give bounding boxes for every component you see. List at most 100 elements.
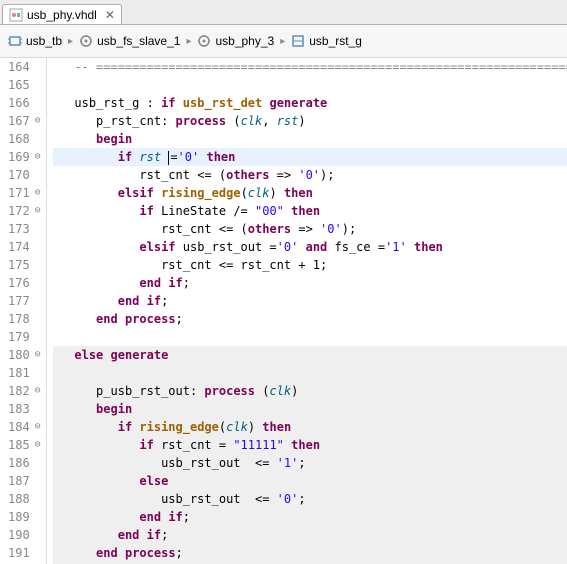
fold-spacer <box>32 238 44 256</box>
code-line[interactable]: if rst ='0' then <box>53 148 567 166</box>
code-line[interactable]: end if; <box>53 292 567 310</box>
code-token: process <box>176 114 227 128</box>
code-token: rising_edge <box>161 186 240 200</box>
code-token: process <box>125 546 176 560</box>
code-token: p_rst_cnt: <box>96 114 175 128</box>
close-icon[interactable]: ✕ <box>105 8 115 22</box>
code-token: elsif <box>139 240 175 254</box>
code-line[interactable]: else <box>53 472 567 490</box>
code-line[interactable]: end process; <box>53 544 567 562</box>
code-line[interactable]: rst_cnt <= (others => '0'); <box>53 166 567 184</box>
code-token: ; <box>183 276 190 290</box>
chevron-right-icon: ▸ <box>280 36 285 47</box>
code-line[interactable]: end if; <box>53 274 567 292</box>
code-token: rst_cnt <= rst_cnt + 1; <box>161 258 327 272</box>
code-line[interactable]: p_usb_rst_out: process (clk) <box>53 382 567 400</box>
code-line[interactable]: if rst_cnt = "11111" then <box>53 436 567 454</box>
code-line[interactable] <box>53 328 567 346</box>
code-token: if <box>161 96 175 110</box>
fold-spacer <box>32 58 44 76</box>
code-token: rst_cnt <= ( <box>139 168 226 182</box>
code-token: others <box>226 168 269 182</box>
code-token: rst <box>277 114 299 128</box>
gutter: 1641651661671681691701711721731741751761… <box>0 58 47 564</box>
line-number: 179 <box>8 328 30 346</box>
code-token: process <box>204 384 255 398</box>
code-token <box>118 546 125 560</box>
code-area[interactable]: -- =====================================… <box>47 58 567 564</box>
fold-toggle-icon[interactable]: ⊖ <box>32 436 44 454</box>
code-token: '0' <box>178 150 200 164</box>
code-line[interactable] <box>53 76 567 94</box>
code-line[interactable]: -- =====================================… <box>53 58 567 76</box>
line-number: 190 <box>8 526 30 544</box>
code-line[interactable]: usb_rst_out <= '0'; <box>53 490 567 508</box>
fold-toggle-icon[interactable]: ⊖ <box>32 202 44 220</box>
code-line[interactable]: end if; <box>53 526 567 544</box>
crumb-1[interactable]: usb_fs_slave_1 <box>79 34 180 48</box>
code-token: if <box>139 204 153 218</box>
code-token: end <box>96 546 118 560</box>
code-token: ; <box>161 528 168 542</box>
code-line[interactable]: begin <box>53 130 567 148</box>
code-line[interactable]: p_rst_cnt: process (clk, rst) <box>53 112 567 130</box>
line-number: 185 <box>8 436 30 454</box>
fold-spacer <box>32 472 44 490</box>
code-token: then <box>291 438 320 452</box>
code-token: , <box>262 114 276 128</box>
code-token: usb_rst_g : <box>74 96 161 110</box>
code-token: end <box>96 312 118 326</box>
crumb-3[interactable]: usb_rst_g <box>291 34 362 48</box>
crumb-0[interactable]: usb_tb <box>8 34 62 48</box>
fold-spacer <box>32 400 44 418</box>
fold-toggle-icon[interactable]: ⊖ <box>32 112 44 130</box>
breadcrumb: usb_tb ▸ usb_fs_slave_1 ▸ usb_phy_3 ▸ us… <box>0 25 567 58</box>
fold-spacer <box>32 76 44 94</box>
vhdl-file-icon <box>9 8 23 22</box>
process-icon <box>79 34 93 48</box>
code-token: '0' <box>298 168 320 182</box>
line-number: 186 <box>8 454 30 472</box>
line-number: 184 <box>8 418 30 436</box>
line-number: 177 <box>8 292 30 310</box>
code-line[interactable]: elsif rising_edge(clk) then <box>53 184 567 202</box>
file-tab[interactable]: usb_phy.vhdl ✕ <box>2 4 122 24</box>
code-token: clk <box>248 186 270 200</box>
code-token <box>118 312 125 326</box>
line-number: 173 <box>8 220 30 238</box>
fold-toggle-icon[interactable]: ⊖ <box>32 148 44 166</box>
file-tab-label: usb_phy.vhdl <box>27 8 97 22</box>
code-line[interactable]: usb_rst_out <= '1'; <box>53 454 567 472</box>
line-number: 189 <box>8 508 30 526</box>
line-number: 188 <box>8 490 30 508</box>
code-token: p_usb_rst_out: <box>96 384 204 398</box>
crumb-2[interactable]: usb_phy_3 <box>197 34 274 48</box>
code-line[interactable]: end if; <box>53 508 567 526</box>
code-token: LineState /= <box>154 204 255 218</box>
fold-spacer <box>32 166 44 184</box>
code-line[interactable]: begin <box>53 400 567 418</box>
fold-toggle-icon[interactable]: ⊖ <box>32 418 44 436</box>
code-line[interactable]: rst_cnt <= rst_cnt + 1; <box>53 256 567 274</box>
code-line[interactable]: end process; <box>53 310 567 328</box>
line-number: 181 <box>8 364 30 382</box>
code-token: ) <box>269 186 283 200</box>
fold-toggle-icon[interactable]: ⊖ <box>32 184 44 202</box>
code-token: = <box>170 150 177 164</box>
fold-toggle-icon[interactable]: ⊖ <box>32 382 44 400</box>
fold-toggle-icon[interactable]: ⊖ <box>32 346 44 364</box>
code-line[interactable]: rst_cnt <= (others => '0'); <box>53 220 567 238</box>
code-editor[interactable]: 1641651661671681691701711721731741751761… <box>0 58 567 564</box>
fold-spacer <box>32 490 44 508</box>
code-line[interactable]: if LineState /= "00" then <box>53 202 567 220</box>
code-line[interactable]: elsif usb_rst_out ='0' and fs_ce ='1' th… <box>53 238 567 256</box>
code-line[interactable]: if rising_edge(clk) then <box>53 418 567 436</box>
code-line[interactable]: else generate <box>53 346 567 364</box>
code-token: clk <box>269 384 291 398</box>
code-token: rising_edge <box>139 420 218 434</box>
code-token: ( <box>241 186 248 200</box>
chevron-right-icon: ▸ <box>186 36 191 47</box>
code-line[interactable]: usb_rst_g : if usb_rst_det generate <box>53 94 567 112</box>
code-line[interactable] <box>53 364 567 382</box>
code-token: and <box>306 240 328 254</box>
